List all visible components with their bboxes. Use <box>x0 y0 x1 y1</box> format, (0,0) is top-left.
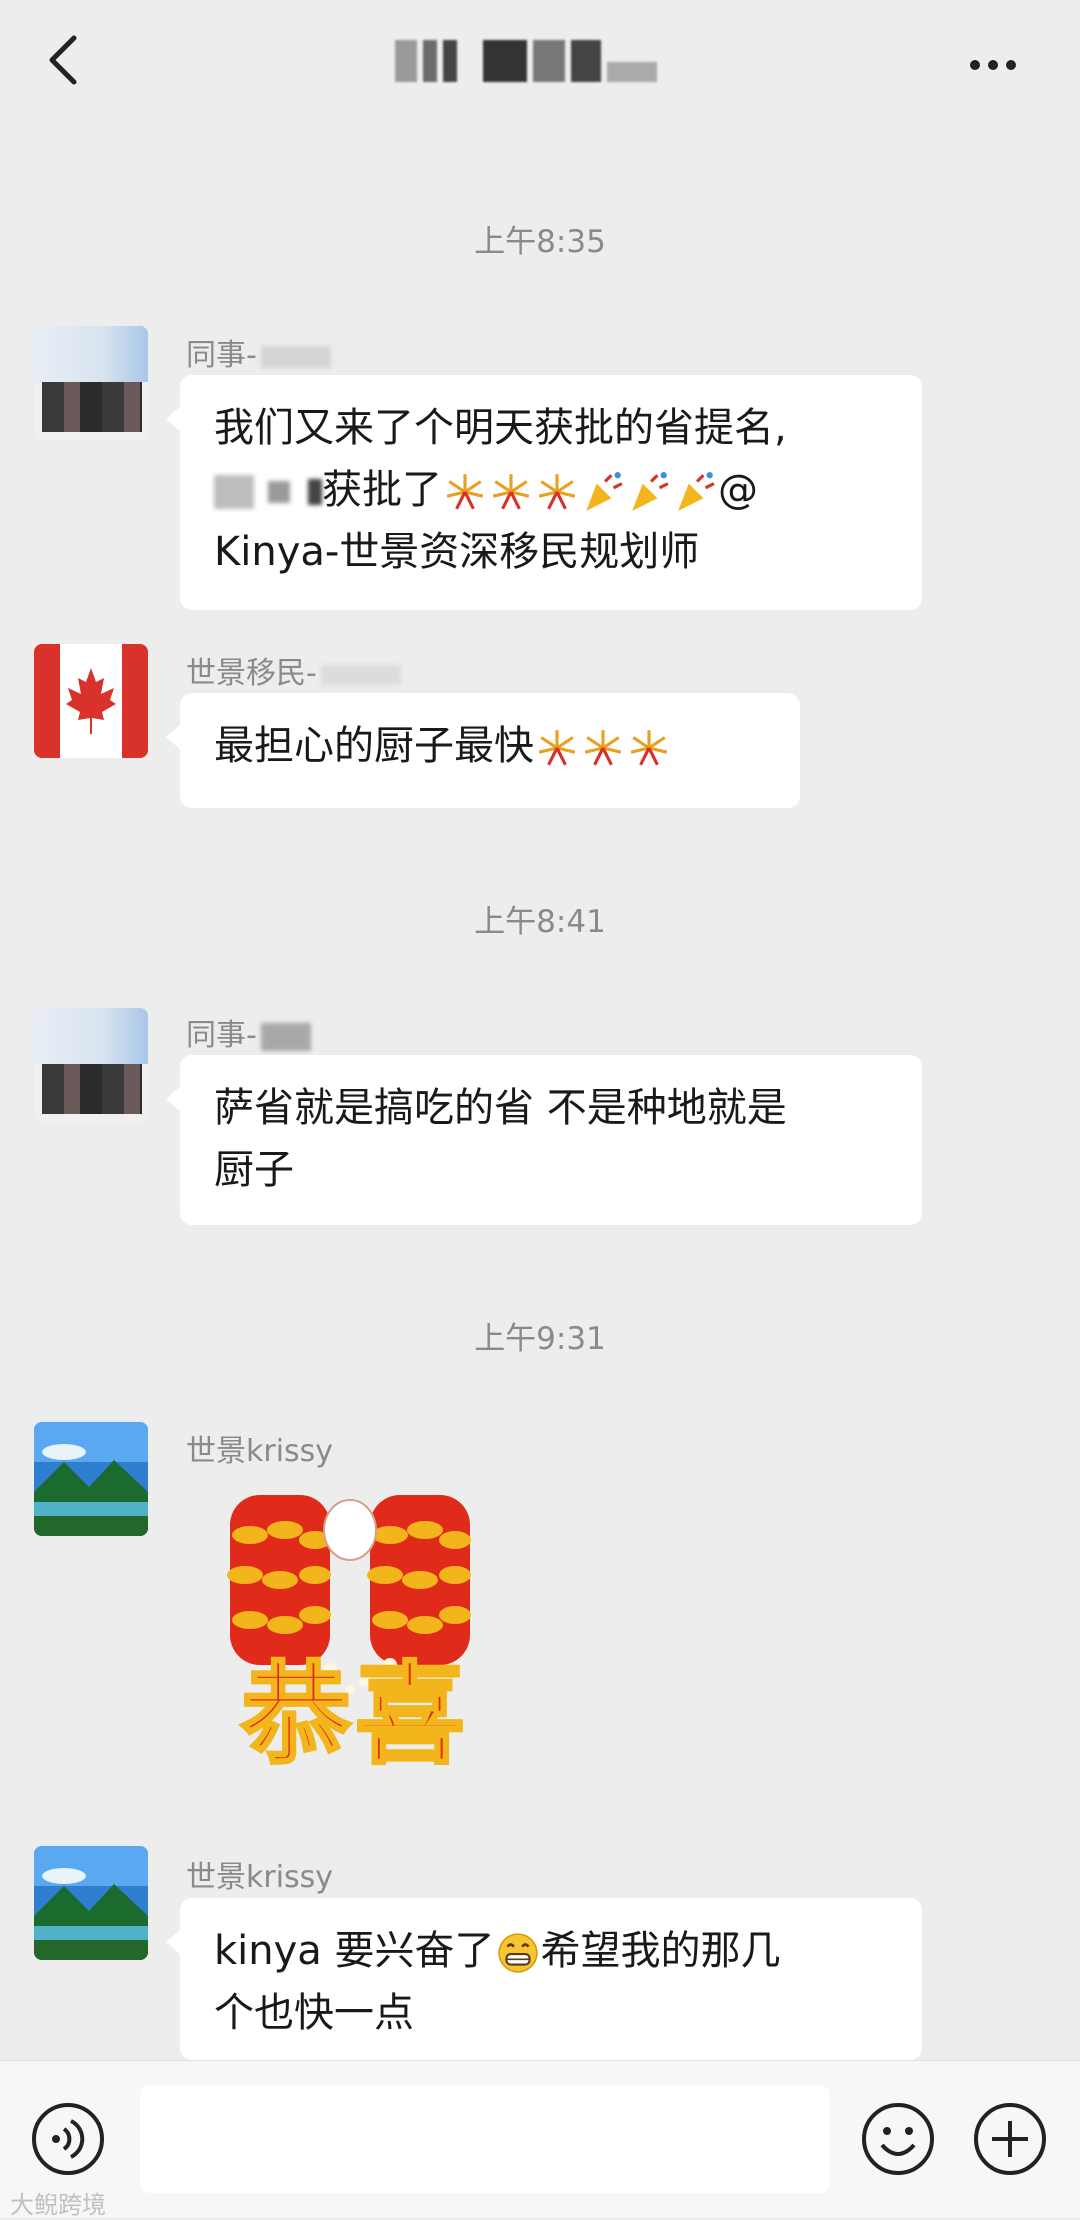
message-text: 厨子 <box>214 1147 294 1193</box>
message-text: kinya 要兴奋了 希望我的那几 <box>214 1928 781 1974</box>
message-text: Kinya-世景资深移民规划师 <box>214 529 700 575</box>
fireworks-icon <box>630 730 668 766</box>
message-text: 萨省就是搞吃的省 不是种地就是 <box>214 1085 787 1131</box>
party-popper-icon <box>632 472 669 511</box>
avatar[interactable] <box>34 1846 148 1960</box>
voice-input-icon[interactable] <box>30 2101 106 2177</box>
sender-name: 世景krissy <box>186 1860 334 1895</box>
avatar[interactable] <box>34 644 148 758</box>
message-text: 最担心的厨子最快 <box>214 723 534 769</box>
timestamp: 上午9:31 <box>474 1321 606 1357</box>
landscape-avatar-image <box>34 1846 148 1960</box>
sender-name: 世景krissy <box>186 1434 334 1469</box>
fireworks-icon <box>538 474 576 510</box>
landscape-avatar-image <box>34 1422 148 1536</box>
avatar[interactable] <box>34 1422 148 1536</box>
party-popper-icon <box>678 472 715 511</box>
sticker-text: 恭喜 <box>240 1650 469 1779</box>
timestamp: 上午8:35 <box>474 224 606 260</box>
message-bubble[interactable]: 最担心的厨子最快 <box>166 693 800 808</box>
watermark: 大鲵跨境 <box>10 2191 106 2219</box>
message-bubble[interactable]: kinya 要兴奋了 希望我的那几 个也快一点 <box>166 1898 922 2060</box>
chevron-left-icon[interactable] <box>40 30 90 90</box>
sender-name: 同事- <box>186 330 331 374</box>
message-text: 个也快一点 <box>214 1990 414 2036</box>
fireworks-icon <box>446 474 484 510</box>
maple-leaf-icon <box>66 668 116 734</box>
top-bar <box>0 0 1080 130</box>
party-popper-icon <box>586 472 623 511</box>
grin-emoji-icon <box>497 1933 538 1973</box>
chat-title-blurred <box>395 40 685 90</box>
more-dots-icon[interactable] <box>970 55 1030 70</box>
fireworks-icon <box>492 474 530 510</box>
sender-name: 世景移民- <box>186 648 401 692</box>
timestamp: 上午8:41 <box>474 904 606 940</box>
message-text: 我们又来了个明天获批的省提名, <box>214 405 787 451</box>
emoji-icon[interactable] <box>860 2101 936 2177</box>
message-text: 获批了 @ <box>214 459 888 521</box>
fireworks-icon <box>584 730 622 766</box>
message-input[interactable] <box>140 2085 830 2193</box>
avatar[interactable] <box>34 1008 148 1122</box>
fireworks-icon <box>538 730 576 766</box>
congrats-sticker[interactable]: 恭喜 <box>190 1475 530 1795</box>
plus-icon[interactable] <box>972 2101 1048 2177</box>
message-bubble[interactable]: 我们又来了个明天获批的省提名, 获批了 @ Kinya-世景资深移民规划师 <box>166 375 922 610</box>
avatar[interactable] <box>34 326 148 440</box>
message-bubble[interactable]: 萨省就是搞吃的省 不是种地就是 厨子 <box>166 1055 922 1225</box>
input-bar <box>0 2060 1080 2218</box>
sender-name: 同事- <box>186 1010 311 1054</box>
